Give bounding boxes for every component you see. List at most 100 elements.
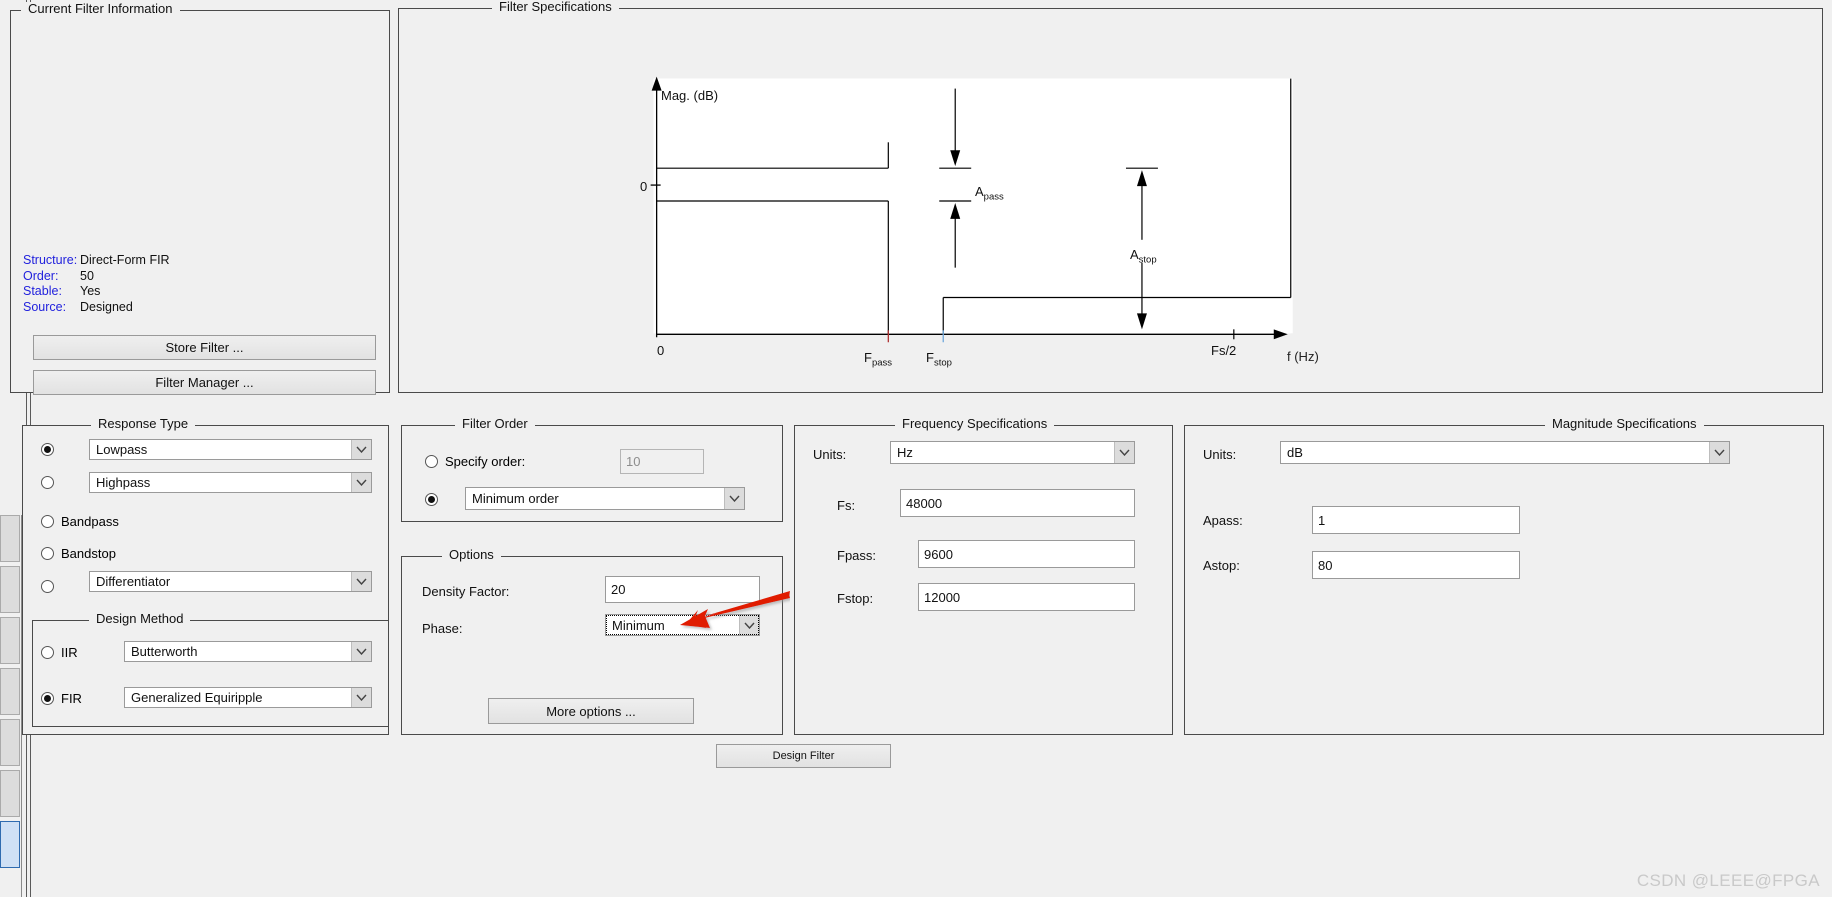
- filter-info-value-source: Designed: [80, 299, 133, 314]
- combo-highpass[interactable]: Highpass: [89, 472, 372, 493]
- radio-bandpass[interactable]: [41, 515, 54, 528]
- combo-differentiator-text: Differentiator: [96, 574, 171, 589]
- label-apass: Apass:: [1203, 513, 1243, 528]
- filter-info-key-source: Source:: [23, 299, 67, 314]
- store-filter-button[interactable]: Store Filter ...: [33, 335, 376, 360]
- filter-info-value-order: 50: [80, 268, 94, 283]
- filter-order-row-specify[interactable]: Specify order:: [425, 454, 525, 469]
- label-density-factor: Density Factor:: [422, 584, 510, 599]
- label-specify-order: Specify order:: [445, 454, 526, 469]
- design-method-row-iir[interactable]: IIR: [41, 645, 78, 660]
- panel-legend-response-type: Response Type: [91, 417, 196, 431]
- chevron-down-icon: [739, 615, 759, 635]
- label-bandstop: Bandstop: [61, 546, 116, 561]
- combo-fir-method[interactable]: Generalized Equiripple: [124, 687, 372, 708]
- combo-lowpass-text: Lowpass: [96, 442, 148, 457]
- radio-iir[interactable]: [41, 646, 54, 659]
- apass-subscript: pass: [983, 191, 1004, 203]
- combo-magnitude-units-text: dB: [1287, 445, 1303, 460]
- combo-frequency-units[interactable]: Hz: [890, 441, 1135, 464]
- filter-info-row-source: Source: Designed: [23, 300, 170, 316]
- radio-minimum-order[interactable]: [425, 493, 438, 506]
- combo-highpass-text: Highpass: [96, 475, 151, 490]
- more-options-button[interactable]: More options ...: [488, 698, 694, 724]
- radio-lowpass[interactable]: [41, 443, 54, 456]
- chevron-down-icon: [1709, 442, 1729, 463]
- label-magnitude-units: Units:: [1203, 447, 1237, 462]
- fpass-letter: F: [864, 350, 872, 365]
- design-filter-button[interactable]: Design Filter: [716, 744, 891, 768]
- panel-legend-options: Options: [442, 548, 501, 562]
- fpass-subscript: pass: [871, 357, 893, 369]
- label-frequency-units: Units:: [813, 447, 847, 462]
- chevron-down-icon: [351, 688, 371, 707]
- filter-info-key-structure: Structure:: [23, 253, 78, 267]
- label-fstop: Fstop:: [837, 591, 874, 606]
- diagram-x-tick-nyquist: Fs/2: [1211, 343, 1237, 358]
- radio-bandstop[interactable]: [41, 547, 54, 560]
- rail-button-7-selected[interactable]: [0, 821, 20, 868]
- response-type-row-differentiator: [41, 580, 54, 593]
- combo-differentiator[interactable]: Differentiator: [89, 571, 372, 592]
- filter-info-table: Structure: Direct-Form FIR Order: 50 Sta…: [23, 253, 170, 315]
- label-fpass: Fpass:: [837, 548, 877, 563]
- filter-info-value-stable: Yes: [80, 284, 101, 298]
- rail-button-5[interactable]: [0, 719, 20, 766]
- response-type-row-bandpass[interactable]: Bandpass: [41, 514, 119, 529]
- diagram-annot-apass: Apass: [975, 184, 1004, 203]
- chevron-down-icon: [724, 488, 744, 509]
- combo-minimum-order[interactable]: Minimum order: [465, 487, 745, 510]
- magnitude-specifications-panel: Magnitude Specifications Units: dB Apass…: [1184, 417, 1824, 735]
- filter-info-row-order: Order: 50: [23, 269, 170, 285]
- filter-manager-button[interactable]: Filter Manager ...: [33, 370, 376, 395]
- radio-differentiator[interactable]: [41, 580, 54, 593]
- radio-fir[interactable]: [41, 692, 54, 705]
- watermark-text: CSDN @LEEE@FPGA: [1636, 871, 1820, 890]
- rail-button-2[interactable]: [0, 566, 20, 613]
- filter-info-key-stable: Stable:: [23, 284, 62, 298]
- fpass-input[interactable]: 9600: [918, 540, 1135, 568]
- fstop-input[interactable]: 12000: [918, 583, 1135, 611]
- label-fir: FIR: [61, 691, 82, 706]
- response-type-row-highpass: [41, 476, 54, 489]
- combo-phase-text: Minimum: [612, 617, 665, 633]
- label-phase: Phase:: [422, 621, 463, 636]
- diagram-x-tick-fstop: Fstop: [926, 350, 952, 369]
- apass-input[interactable]: 1: [1312, 506, 1520, 534]
- diagram-x-tick-fpass: Fpass: [864, 350, 892, 369]
- label-fs: Fs:: [837, 498, 856, 513]
- combo-phase[interactable]: Minimum: [605, 614, 760, 636]
- astop-input[interactable]: 80: [1312, 551, 1520, 579]
- combo-magnitude-units[interactable]: dB: [1280, 441, 1730, 464]
- fs-input[interactable]: 48000: [900, 489, 1135, 517]
- design-method-row-fir[interactable]: FIR: [41, 691, 82, 706]
- density-factor-input[interactable]: 20: [605, 576, 760, 603]
- specify-order-input[interactable]: 10: [620, 449, 704, 474]
- fstop-subscript: stop: [933, 357, 952, 369]
- rail-button-4[interactable]: [0, 668, 20, 715]
- current-filter-information-panel: Current Filter Information Structure: Di…: [10, 2, 390, 395]
- rail-button-3[interactable]: [0, 617, 20, 664]
- combo-lowpass[interactable]: Lowpass: [89, 439, 372, 460]
- radio-highpass[interactable]: [41, 476, 54, 489]
- filter-info-row-structure: Structure: Direct-Form FIR: [23, 253, 170, 269]
- astop-subscript: stop: [1138, 254, 1157, 266]
- chevron-down-icon: [1114, 442, 1134, 463]
- response-type-row-lowpass: [41, 443, 54, 456]
- filter-info-value-structure: Direct-Form FIR: [80, 253, 170, 267]
- fstop-letter: F: [926, 350, 934, 365]
- filter-info-key-order: Order:: [23, 268, 59, 283]
- rail-button-6[interactable]: [0, 770, 20, 817]
- combo-iir-method[interactable]: Butterworth: [124, 641, 372, 662]
- panel-legend-filter-order: Filter Order: [455, 417, 535, 431]
- panel-legend-mag-spec: Magnitude Specifications: [1545, 417, 1704, 431]
- apass-letter: A: [975, 184, 984, 199]
- response-type-row-bandstop[interactable]: Bandstop: [41, 546, 116, 561]
- diagram-y-axis-label: Mag. (dB): [661, 88, 719, 103]
- label-bandpass: Bandpass: [61, 514, 119, 529]
- radio-specify-order[interactable]: [425, 455, 438, 468]
- chevron-down-icon: [351, 473, 371, 492]
- combo-iir-method-text: Butterworth: [131, 644, 198, 659]
- filter-info-row-stable: Stable: Yes: [23, 284, 170, 300]
- rail-button-1[interactable]: [0, 515, 20, 562]
